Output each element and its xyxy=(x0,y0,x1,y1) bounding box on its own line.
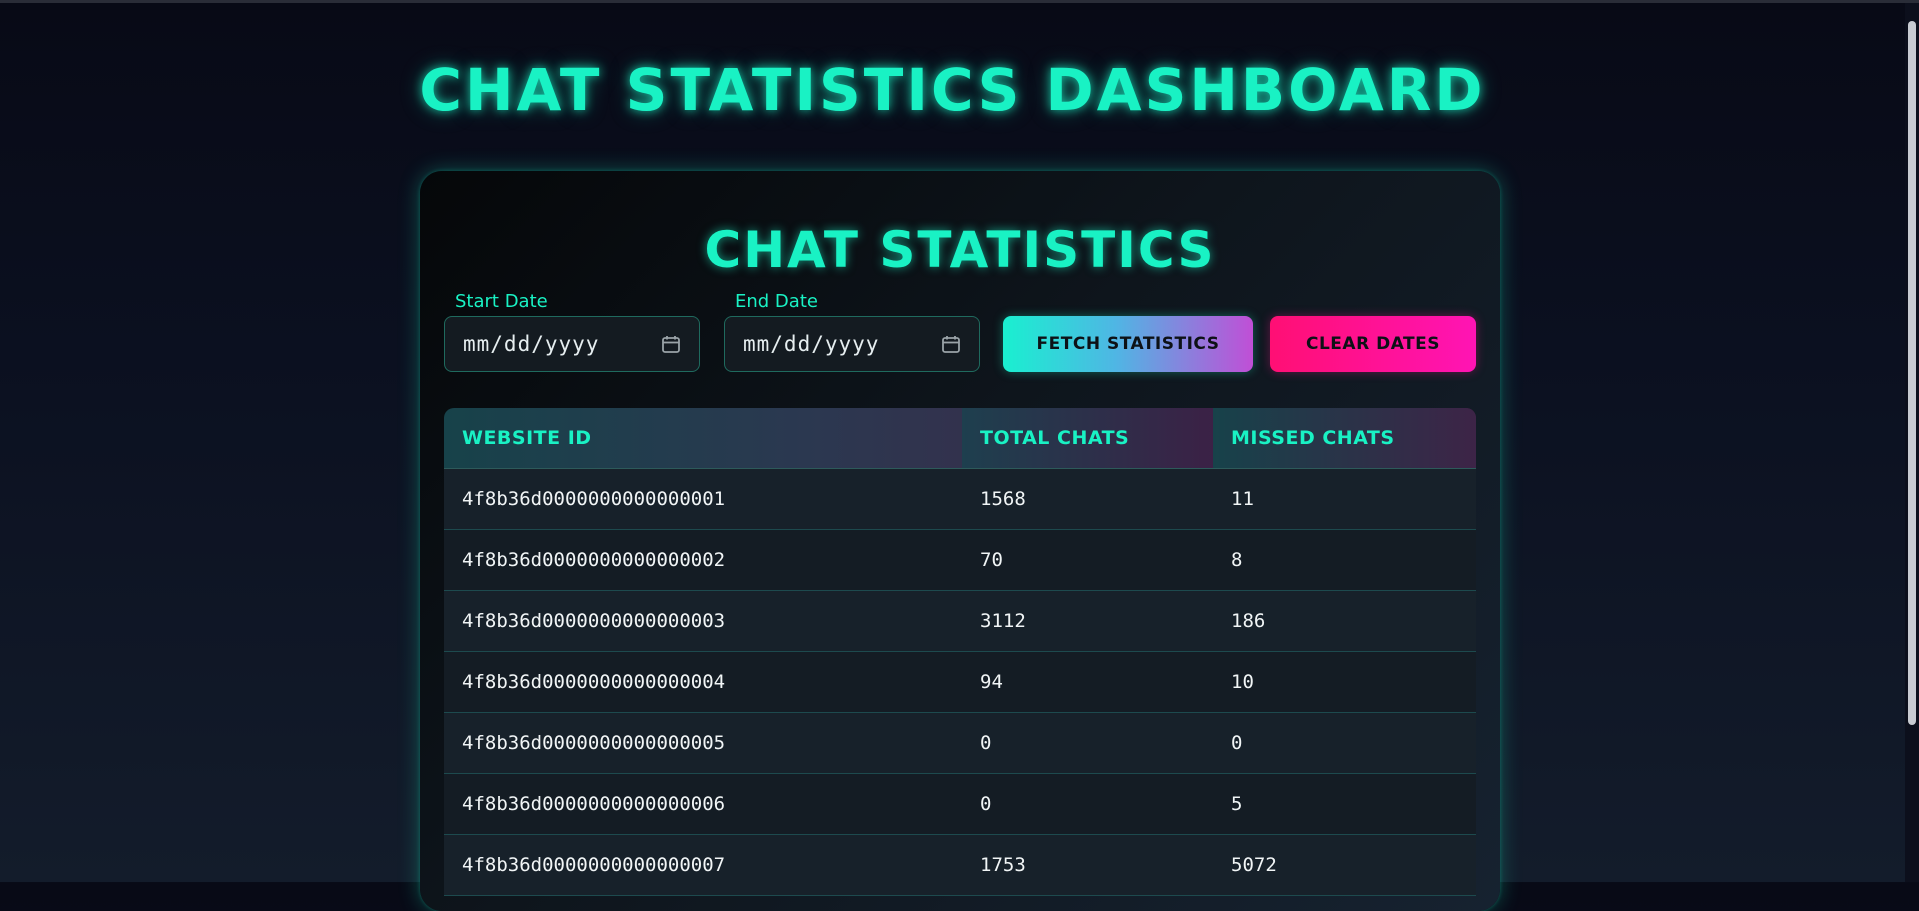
total-chats-cell: 0 xyxy=(980,793,992,815)
website-id-cell: 4f8b36d0000000000000001 xyxy=(462,488,726,510)
website-id-cell: 4f8b36d0000000000000003 xyxy=(462,610,726,632)
website-id-cell: 4f8b36d0000000000000002 xyxy=(462,549,726,571)
start-date-label: Start Date xyxy=(455,291,548,312)
end-date-placeholder: mm/dd/yyyy xyxy=(743,332,880,356)
table-row: 4f8b36d0000000000000004 94 10 xyxy=(444,652,1476,713)
calendar-icon[interactable] xyxy=(941,334,961,354)
table-row: 4f8b36d0000000000000003 3112 186 xyxy=(444,591,1476,652)
missed-chats-cell: 11 xyxy=(1231,488,1254,510)
page-title: CHAT STATISTICS DASHBOARD xyxy=(419,56,1486,124)
missed-chats-cell: 8 xyxy=(1231,549,1243,571)
clear-dates-button[interactable]: CLEAR DATES xyxy=(1270,316,1476,372)
missed-chats-cell: 5 xyxy=(1231,793,1243,815)
end-date-input[interactable]: mm/dd/yyyy xyxy=(724,316,980,372)
table-row: 4f8b36d0000000000000005 0 0 xyxy=(444,713,1476,774)
total-chats-cell: 1753 xyxy=(980,854,1026,876)
missed-chats-cell: 10 xyxy=(1231,671,1254,693)
start-date-input[interactable]: mm/dd/yyyy xyxy=(444,316,700,372)
fetch-statistics-button[interactable]: FETCH STATISTICS xyxy=(1003,316,1253,372)
column-header-missed-chats[interactable]: MISSED CHATS xyxy=(1213,408,1476,468)
statistics-table: WEBSITE ID TOTAL CHATS MISSED CHATS 4f8b… xyxy=(444,408,1476,896)
column-header-website-id[interactable]: WEBSITE ID xyxy=(444,408,962,468)
table-row: 4f8b36d0000000000000001 1568 11 xyxy=(444,469,1476,530)
website-id-cell: 4f8b36d0000000000000007 xyxy=(462,854,726,876)
missed-chats-cell: 186 xyxy=(1231,610,1266,632)
website-id-cell: 4f8b36d0000000000000004 xyxy=(462,671,726,693)
vertical-scrollbar[interactable] xyxy=(1905,3,1919,882)
total-chats-cell: 1568 xyxy=(980,488,1026,510)
column-header-total-chats[interactable]: TOTAL CHATS xyxy=(962,408,1213,468)
table-row: 4f8b36d0000000000000002 70 8 xyxy=(444,530,1476,591)
scrollbar-thumb[interactable] xyxy=(1908,21,1916,725)
end-date-label: End Date xyxy=(735,291,818,312)
start-date-placeholder: mm/dd/yyyy xyxy=(463,332,600,356)
total-chats-cell: 3112 xyxy=(980,610,1026,632)
website-id-cell: 4f8b36d0000000000000006 xyxy=(462,793,726,815)
total-chats-cell: 94 xyxy=(980,671,1003,693)
total-chats-cell: 70 xyxy=(980,549,1003,571)
missed-chats-cell: 5072 xyxy=(1231,854,1277,876)
window-top-border xyxy=(0,0,1919,3)
table-header: WEBSITE ID TOTAL CHATS MISSED CHATS xyxy=(444,408,1476,469)
card-title: CHAT STATISTICS xyxy=(704,221,1216,279)
table-row: 4f8b36d0000000000000007 1753 5072 xyxy=(444,835,1476,896)
statistics-card: CHAT STATISTICS Start Date mm/dd/yyyy En… xyxy=(420,171,1500,911)
website-id-cell: 4f8b36d0000000000000005 xyxy=(462,732,726,754)
calendar-icon[interactable] xyxy=(661,334,681,354)
table-row: 4f8b36d0000000000000006 0 5 xyxy=(444,774,1476,835)
total-chats-cell: 0 xyxy=(980,732,992,754)
missed-chats-cell: 0 xyxy=(1231,732,1243,754)
